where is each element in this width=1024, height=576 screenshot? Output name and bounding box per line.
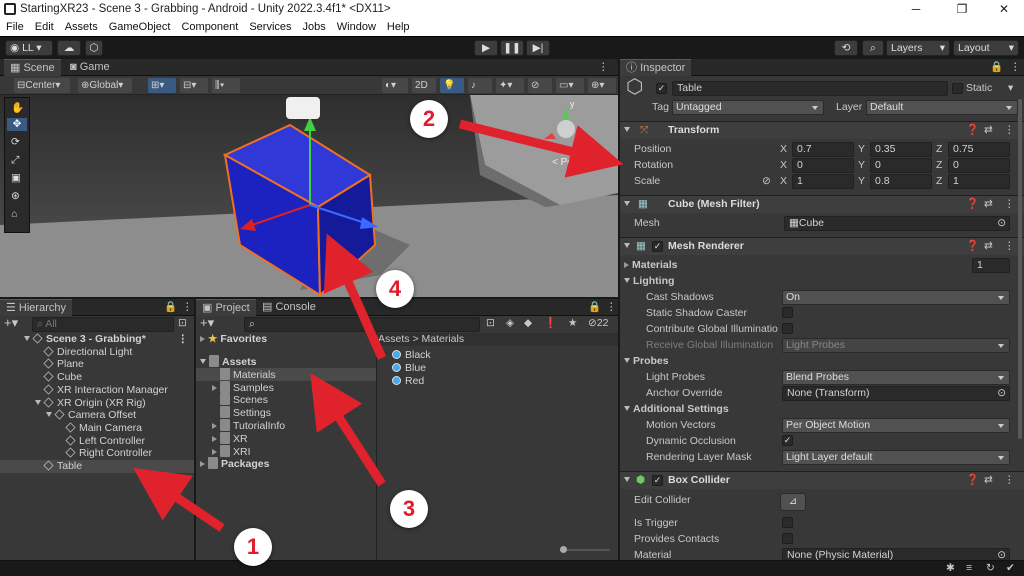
- annotation-badge-3: 3: [390, 490, 428, 528]
- arrow-3: [310, 372, 386, 487]
- annotation-badge-2: 2: [410, 100, 448, 138]
- annotation-badge-1: 1: [234, 528, 272, 566]
- annotation-badge-4: 4: [376, 270, 414, 308]
- arrow-2: [458, 119, 624, 178]
- annotation-overlay: [133, 119, 624, 532]
- arrow-4: [323, 233, 387, 360]
- arrow-1: [133, 467, 225, 532]
